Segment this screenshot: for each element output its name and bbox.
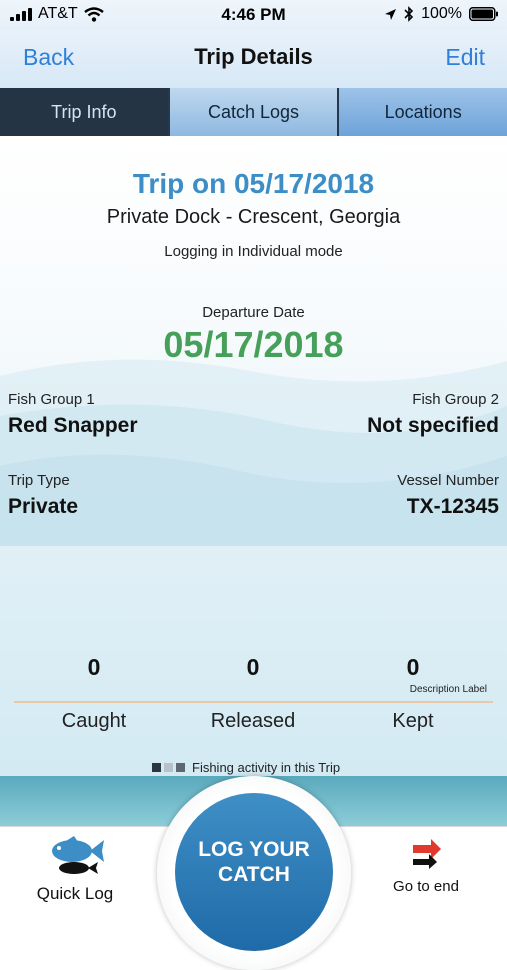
fish-group-2-value: Not specified — [367, 414, 499, 437]
kept-label: Kept — [392, 710, 434, 732]
vessel-number-value: TX-12345 — [406, 495, 499, 518]
description-label: Description Label — [409, 684, 487, 695]
battery-percent: 100% — [421, 5, 462, 22]
log-catch-button-face[interactable]: LOG YOUR CATCH — [175, 793, 333, 951]
quick-log-button[interactable]: Quick Log — [30, 835, 120, 904]
go-to-end-button[interactable]: Go to end — [376, 835, 476, 895]
caught-count: 0 — [87, 654, 101, 680]
tab-trip-info[interactable]: Trip Info — [0, 88, 170, 136]
departure-date: 05/17/2018 — [163, 324, 344, 365]
trip-info-panel: Trip on 05/17/2018 Private Dock - Cresce… — [0, 136, 507, 826]
tab-locations[interactable]: Locations — [339, 88, 507, 136]
legend-caught-swatch — [152, 763, 161, 772]
trip-type-value: Private — [8, 495, 79, 518]
log-catch-line-2: CATCH — [218, 863, 290, 886]
page-title: Trip Details — [194, 44, 313, 69]
arrow-right-icon — [413, 839, 441, 869]
fish-icon — [52, 836, 104, 874]
status-bar: AT&T 4:46 PM 100% — [0, 0, 507, 30]
navigation-bar: Back Trip Details Edit — [0, 30, 507, 88]
tab-bar: Trip Info Catch Logs Locations — [0, 88, 507, 136]
released-label: Released — [210, 710, 296, 732]
departure-label: Departure Date — [202, 304, 305, 321]
location-icon — [385, 8, 397, 20]
activity-legend: Fishing activity in this Trip — [152, 760, 340, 775]
quick-log-label: Quick Log — [36, 884, 114, 903]
battery-icon — [469, 7, 498, 21]
released-count: 0 — [246, 654, 260, 680]
fish-group-1-value: Red Snapper — [8, 414, 138, 437]
log-catch-line-1: LOG YOUR — [198, 838, 310, 861]
stats-divider — [14, 701, 493, 703]
vessel-number-label: Vessel Number — [397, 472, 499, 489]
bluetooth-icon — [404, 6, 414, 22]
kept-count: 0 — [406, 654, 420, 680]
fish-group-1-label: Fish Group 1 — [8, 391, 95, 408]
legend-text: Fishing activity in this Trip — [192, 760, 341, 775]
legend-released-swatch — [164, 763, 173, 772]
caught-label: Caught — [61, 710, 127, 732]
trip-location: Private Dock - Crescent, Georgia — [106, 206, 401, 228]
go-to-end-label: Go to end — [393, 878, 459, 895]
tab-catch-logs[interactable]: Catch Logs — [169, 88, 340, 136]
logging-mode: Logging in Individual mode — [164, 243, 343, 260]
log-catch-button[interactable]: LOG YOUR CATCH — [157, 776, 351, 970]
trip-title: Trip on 05/17/2018 — [132, 168, 375, 199]
legend-kept-swatch — [176, 763, 185, 772]
status-right: 100% — [384, 5, 499, 23]
edit-button[interactable]: Edit — [445, 44, 485, 71]
trip-type-label: Trip Type — [8, 472, 70, 489]
fish-group-2-label: Fish Group 2 — [412, 391, 499, 408]
